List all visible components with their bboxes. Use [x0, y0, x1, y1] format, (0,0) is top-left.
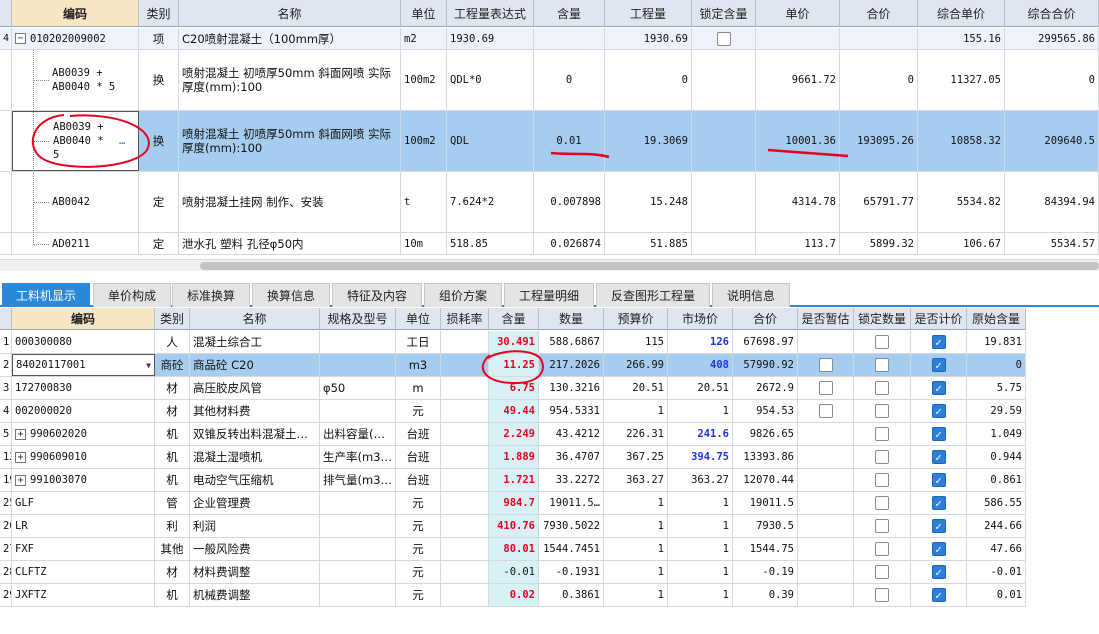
scrollbar-thumb[interactable] [200, 262, 1099, 270]
detail-tabs: 工料机显示 单价构成 标准换算 换算信息 特征及内容 组价方案 工程量明细 反查… [0, 282, 1099, 307]
tab-quantity-detail[interactable]: 工程量明细 [504, 283, 594, 307]
annotation-underline [767, 148, 849, 158]
horizontal-scrollbar[interactable] [0, 259, 1099, 271]
annotation-layer [31, 114, 849, 168]
tab-pricing-plan[interactable]: 组价方案 [424, 283, 502, 307]
tab-features[interactable]: 特征及内容 [332, 283, 422, 307]
tab-description[interactable]: 说明信息 [712, 283, 790, 307]
annotation-layer [481, 350, 544, 385]
annotation-underline [550, 151, 610, 159]
tab-reverse-lookup[interactable]: 反查图形工程量 [596, 283, 710, 307]
annotation-circle [31, 114, 150, 168]
resource-grid: 编码 类别 名称 规格及型号 单位 损耗率 含量 数量 预算价 市场价 合价 是… [0, 308, 1099, 634]
tab-unit-price[interactable]: 单价构成 [93, 283, 171, 307]
quota-grid: 编码 类别 名称 单位 工程量表达式 含量 工程量 锁定含量 单价 合价 综合单… [0, 0, 1099, 258]
tab-labor-material[interactable]: 工料机显示 [2, 283, 90, 307]
annotation-circle [481, 350, 544, 385]
tab-convert-info[interactable]: 换算信息 [252, 283, 330, 307]
tab-standard-convert[interactable]: 标准换算 [172, 283, 250, 307]
